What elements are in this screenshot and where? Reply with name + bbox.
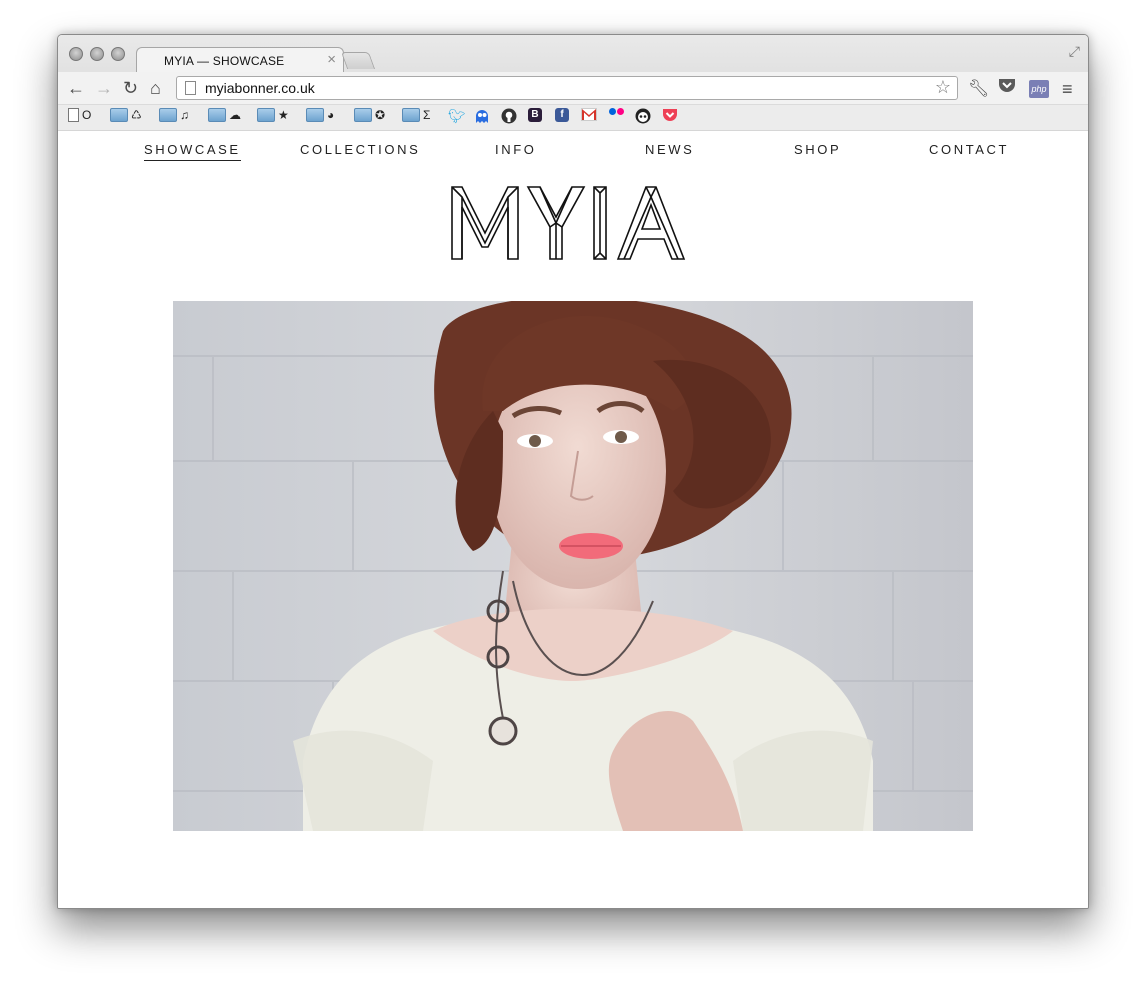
toolbar: ← → ↻ ⌂ myiabonner.co.uk ☆ 🔧︎ php ≡	[58, 72, 1088, 104]
twitter-icon: 🐦︎	[448, 108, 466, 124]
nav-info[interactable]: INFO	[495, 142, 536, 160]
browser-window: MYIA — SHOWCASE × ⤢ ← → ↻ ⌂ myiabonner.c…	[57, 34, 1089, 909]
forward-icon[interactable]: →	[95, 78, 113, 99]
bookmark-folder[interactable]: ✪	[354, 108, 385, 122]
myia-logo-mark	[451, 186, 686, 260]
bookmark-label: ◕	[327, 108, 335, 122]
site-logo[interactable]	[58, 183, 1088, 261]
github-icon	[501, 108, 517, 124]
folder-icon	[306, 108, 324, 122]
close-tab-icon[interactable]: ×	[327, 51, 336, 68]
facebook-bookmark[interactable]: f	[555, 108, 569, 122]
reload-icon[interactable]: ↻	[123, 78, 138, 99]
bookmark-folder[interactable]: ♺	[110, 108, 142, 122]
folder-icon	[354, 108, 372, 122]
bookmark-label: Σ	[423, 108, 431, 122]
flickr-bookmark[interactable]	[609, 108, 624, 115]
folder-icon	[402, 108, 420, 122]
bookmark-folder[interactable]: ☁	[208, 108, 241, 122]
minimize-window-button[interactable]	[90, 47, 104, 61]
close-window-button[interactable]	[69, 47, 83, 61]
page-icon	[68, 108, 79, 122]
ghost-icon	[476, 110, 488, 123]
bookmark-folder[interactable]: Σ	[402, 108, 430, 122]
bookmark-label: ★	[278, 108, 289, 122]
pocket-icon	[663, 109, 677, 121]
bootstrap-bookmark[interactable]: B	[528, 108, 542, 122]
pocket-extension-icon[interactable]	[998, 77, 1016, 98]
twitter-bookmark[interactable]: 🐦︎	[448, 108, 466, 125]
address-bar[interactable]: myiabonner.co.uk ☆	[176, 76, 958, 100]
bookmark-folder[interactable]: ♫	[159, 108, 189, 122]
menu-icon[interactable]: ≡	[1062, 79, 1073, 100]
folder-icon	[208, 108, 226, 122]
page-icon	[185, 81, 196, 95]
folder-icon	[257, 108, 275, 122]
bookmarks-bar: O ♺ ♫ ☁ ★ ◕ ✪ Σ 🐦︎ B f	[58, 105, 1088, 130]
nav-shop[interactable]: SHOP	[794, 142, 841, 160]
pacman-ghost-bookmark[interactable]	[474, 108, 490, 124]
showcase-photo[interactable]	[173, 301, 973, 831]
wrench-icon[interactable]: 🔧︎	[968, 79, 990, 99]
flickr-icon	[609, 108, 624, 115]
zoom-window-button[interactable]	[111, 47, 125, 61]
bootstrap-icon: B	[528, 108, 542, 122]
home-icon[interactable]: ⌂	[150, 78, 161, 99]
bookmark-label: ✪	[375, 108, 386, 122]
gmail-icon	[581, 108, 597, 121]
url-text: myiabonner.co.uk	[205, 80, 315, 96]
bookmark-label: ♺	[131, 108, 142, 122]
folder-icon	[110, 108, 128, 122]
bookmark-label: ♫	[180, 108, 189, 122]
bookmark-star-icon[interactable]: ☆	[935, 77, 951, 98]
bookmark-folder[interactable]: ★	[257, 108, 289, 122]
github-bookmark[interactable]	[501, 108, 517, 124]
nav-collections[interactable]: COLLECTIONS	[300, 142, 420, 160]
bookmark-label: O	[82, 108, 92, 122]
pocket-bookmark[interactable]	[662, 108, 678, 123]
nav-showcase[interactable]: SHOWCASE	[144, 142, 241, 161]
web-page: SHOWCASE COLLECTIONS INFO NEWS SHOP CONT…	[58, 131, 1088, 908]
back-icon[interactable]: ←	[67, 78, 85, 99]
nav-contact[interactable]: CONTACT	[929, 142, 1009, 160]
browser-tab[interactable]: MYIA — SHOWCASE ×	[136, 47, 344, 73]
bookmark-folder[interactable]: ◕	[306, 108, 334, 122]
gmail-bookmark[interactable]	[581, 108, 597, 121]
facebook-icon: f	[555, 108, 569, 122]
bookmark-item[interactable]: O	[68, 108, 91, 122]
site-navigation: SHOWCASE COLLECTIONS INFO NEWS SHOP CONT…	[58, 142, 1088, 172]
panda-bookmark[interactable]	[635, 108, 651, 124]
new-tab-button[interactable]	[340, 52, 376, 69]
php-extension-icon[interactable]: php	[1029, 80, 1049, 98]
panda-icon	[635, 108, 651, 124]
tab-title: MYIA — SHOWCASE	[164, 54, 285, 68]
nav-news[interactable]: NEWS	[645, 142, 694, 160]
window-controls	[69, 47, 125, 61]
folder-icon	[159, 108, 177, 122]
fullscreen-icon[interactable]: ⤢	[1069, 43, 1080, 60]
bookmark-label: ☁	[229, 108, 241, 122]
portrait-image	[173, 301, 973, 831]
browser-chrome: MYIA — SHOWCASE × ⤢ ← → ↻ ⌂ myiabonner.c…	[58, 35, 1088, 132]
